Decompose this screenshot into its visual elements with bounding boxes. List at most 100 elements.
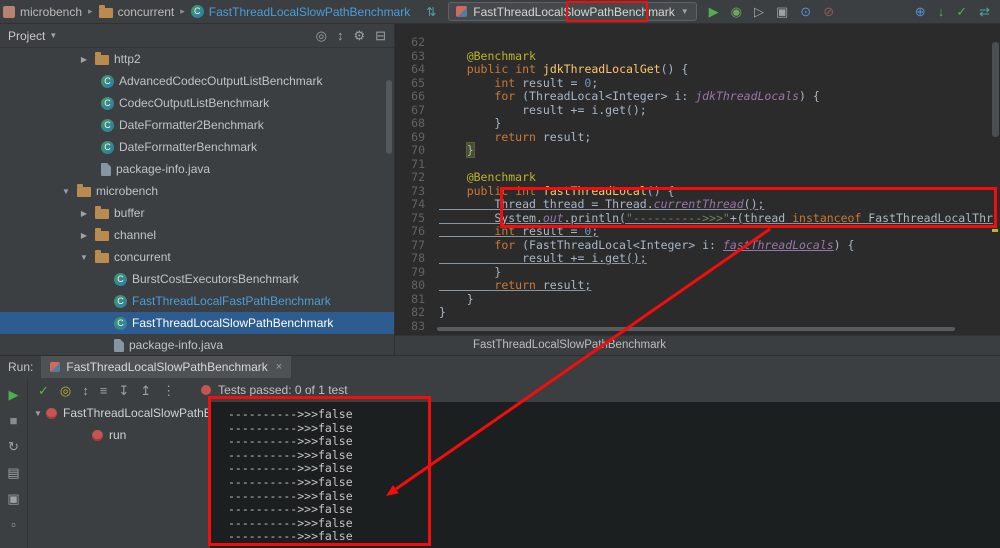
stop-button[interactable]: ⊘ [823, 5, 834, 18]
toolbar-right-icons: ⊕ ↓ ✓ ⇄ [915, 5, 990, 18]
project-tree-item[interactable]: ▼ concurrent [0, 246, 394, 268]
line-number: 63 [411, 48, 425, 63]
editor-line: 70 } [395, 142, 992, 158]
line-code: } [439, 116, 502, 130]
breadcrumb-separator-icon: ▸ [88, 6, 93, 16]
test-tree-item[interactable]: ▼ FastThreadLocalSlowPathBe [28, 402, 210, 424]
editor-line: 66 for (ThreadLocal<Integer> i: jdkThrea… [395, 89, 992, 104]
settings-gear-icon[interactable]: ⚙ [353, 29, 365, 42]
expand-all-icon[interactable]: ↧ [118, 384, 129, 397]
test-tree-item[interactable]: run [28, 424, 210, 446]
editor-breadcrumb[interactable]: FastThreadLocalSlowPathBenchmark [473, 339, 666, 351]
run-tab-title: FastThreadLocalSlowPathBenchmark [66, 360, 268, 374]
line-number: 77 [411, 237, 425, 252]
test-item-label: FastThreadLocalSlowPathBe [63, 406, 210, 420]
chevron-right-icon[interactable]: ▶ [78, 55, 90, 64]
project-tree-item[interactable]: C FastThreadLocalFastPathBenchmark [0, 290, 394, 312]
chevron-down-icon[interactable]: ▼ [78, 253, 90, 262]
project-tree-item[interactable]: C FastThreadLocalSlowPathBenchmark [0, 312, 394, 334]
close-icon[interactable]: × [276, 361, 282, 373]
project-tree-item[interactable]: ▶ channel [0, 224, 394, 246]
tree-item-label: CodecOutputListBenchmark [119, 96, 270, 110]
editor-line: 63 @Benchmark [395, 48, 992, 64]
run-tab[interactable]: FastThreadLocalSlowPathBenchmark × [41, 356, 292, 378]
editor-scrollbar-vertical[interactable] [992, 42, 999, 137]
project-tree-item[interactable]: ▶ http2 [0, 48, 394, 70]
console-line: ---------->>>false [228, 434, 353, 449]
editor-line: 71 [395, 157, 992, 172]
sort-by-duration-icon[interactable]: ≡ [100, 384, 108, 397]
line-number: 78 [411, 251, 425, 265]
class-icon: C [114, 272, 127, 286]
project-tree-item[interactable]: package-info.java [0, 158, 394, 180]
rerun-failed-button[interactable]: ↻ [8, 440, 19, 453]
line-code: public int fastThreadLocal() { [466, 183, 675, 198]
chevron-right-icon[interactable]: ▶ [78, 209, 90, 218]
editor[interactable]: 62 63 @Benchmark 64 public int jdkThreadLo… [395, 24, 1000, 355]
console-line: ---------->>>false [228, 515, 353, 530]
help-icon[interactable]: ⊙ [800, 5, 811, 18]
sync-icon[interactable]: ⇄ [979, 5, 990, 18]
debug-button[interactable]: ◉ [731, 5, 742, 18]
test-more-options-icon[interactable]: ⋮ [162, 384, 175, 397]
editor-scrollbar-horizontal[interactable] [437, 327, 955, 331]
breadcrumb-item[interactable]: C FastThreadLocalSlowPathBenchmark [190, 5, 410, 19]
show-ignored-icon[interactable]: ◎ [60, 384, 71, 397]
editor-line: 76 int result = 0; [395, 224, 992, 239]
tree-item-label: DateFormatterBenchmark [119, 140, 258, 154]
hide-panel-icon[interactable]: ⊟ [375, 29, 386, 42]
rerun-button[interactable]: ▶ [9, 388, 19, 401]
project-tree-item[interactable]: C DateFormatterBenchmark [0, 136, 394, 158]
run-config-selector[interactable]: FastThreadLocalSlowPathBenchmark ▼ [448, 2, 697, 21]
test-item-label: run [109, 428, 127, 442]
profiler-button[interactable]: ▣ [776, 5, 788, 18]
collapse-all-icon[interactable]: ↥ [140, 384, 151, 397]
class-icon: C [190, 5, 204, 18]
stop-button[interactable]: ■ [10, 414, 18, 427]
run-console[interactable]: ---------->>>false ---------->>>false ----… [210, 402, 1000, 548]
project-tree-item[interactable]: C CodecOutputListBenchmark [0, 92, 394, 114]
dump-threads-button[interactable]: ▤ [7, 466, 19, 479]
line-number: 64 [411, 62, 425, 76]
run-button[interactable]: ▶ [709, 5, 719, 18]
class-icon: C [101, 118, 114, 132]
breadcrumb-item[interactable]: concurrent [98, 4, 174, 19]
java-file-icon [101, 162, 111, 176]
project-tree-item[interactable]: ▶ buffer [0, 202, 394, 224]
restore-layout-button[interactable]: ▣ [7, 492, 19, 505]
sort-alphabetically-icon[interactable]: ↕ [82, 384, 89, 397]
project-tree-item[interactable]: C BurstCostExecutorsBenchmark [0, 268, 394, 290]
globe-icon[interactable]: ⊕ [915, 5, 926, 18]
editor-line: 69 return result; [395, 130, 992, 145]
vcs-commit-button[interactable]: ✓ [956, 5, 967, 18]
folder-icon [98, 4, 113, 18]
line-code: int result = 0; [494, 75, 599, 90]
chevron-right-icon[interactable]: ▶ [78, 231, 90, 240]
project-tree-item[interactable]: ▼ microbench [0, 180, 394, 202]
line-number: 67 [411, 102, 425, 117]
project-scrollbar[interactable] [386, 80, 392, 154]
line-number: 62 [411, 35, 425, 49]
editor-line: 72 @Benchmark [395, 170, 992, 185]
show-passed-icon[interactable]: ✓ [38, 384, 49, 397]
nav-arrows-icon[interactable]: ⇅ [426, 6, 436, 18]
chevron-down-icon[interactable]: ▼ [49, 31, 57, 40]
line-number: 81 [411, 291, 425, 306]
scroll-from-source-icon[interactable]: ↕ [337, 29, 344, 42]
pin-button[interactable]: ▫ [11, 518, 16, 531]
tree-item-label: FastThreadLocalSlowPathBenchmark [132, 316, 334, 330]
run-tool-window: Run: FastThreadLocalSlowPathBenchmark × … [0, 355, 1000, 548]
editor-line: 79 } [395, 265, 992, 280]
chevron-down-icon[interactable]: ▼ [60, 187, 72, 196]
line-code: int result = 0; [494, 224, 599, 238]
vcs-update-button[interactable]: ↓ [938, 5, 945, 18]
project-tree-item[interactable]: package-info.java [0, 334, 394, 355]
locate-file-icon[interactable]: ◎ [316, 29, 327, 42]
chevron-down-icon[interactable]: ▼ [32, 409, 44, 418]
editor-line: 68 } [395, 116, 992, 131]
breadcrumb-item[interactable]: microbench [3, 5, 82, 19]
panel-title: Project [8, 28, 46, 43]
project-tree-item[interactable]: C AdvancedCodecOutputListBenchmark [0, 70, 394, 92]
project-tree-item[interactable]: C DateFormatter2Benchmark [0, 114, 394, 136]
run-coverage-button[interactable]: ▷ [754, 5, 764, 18]
